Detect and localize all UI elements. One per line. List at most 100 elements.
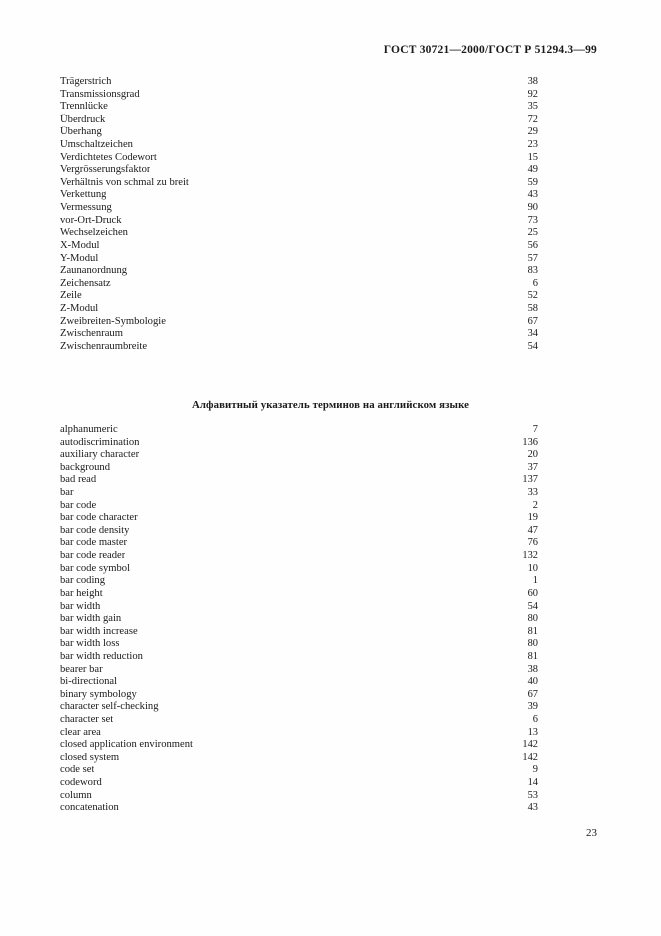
english-index-entry-term: bar code master [60, 537, 128, 549]
english-index-entry-page-number: 43 [527, 802, 538, 814]
german-index-entry-page-number: 49 [527, 164, 538, 176]
index-entry: auxiliary character 20 [60, 449, 538, 462]
german-index-entry-page-number: 43 [527, 189, 538, 201]
english-index-entry-term: bar height [60, 587, 103, 599]
german-index-entry-term: Trägerstrich [60, 76, 112, 87]
english-index-entry-term: character set [60, 714, 114, 726]
german-index-entry-term: Verhältnis von schmal zu breit [60, 176, 189, 188]
english-index-entry-page-number: 19 [527, 512, 538, 524]
index-entry: bar width 54 [60, 601, 538, 614]
index-entry: Transmissionsgrad 92 [60, 89, 538, 102]
english-index-entry-page-number: 14 [527, 777, 538, 789]
german-index-entry-term: Wechselzeichen [60, 227, 128, 239]
english-index-entry-term: bad read [60, 474, 97, 486]
english-index-entry-term: bar width increase [60, 625, 138, 637]
german-index-entry-term: Zweibreiten-Symbologie [60, 315, 166, 327]
english-index-entry-page-number: 9 [532, 764, 538, 776]
index-entry: alphanumeric 7 [60, 424, 538, 437]
index-entry: bi-directional 40 [60, 676, 538, 689]
index-entry: bar code 2 [60, 500, 538, 513]
english-index-entry-page-number: 142 [522, 739, 538, 751]
english-index-entry-page-number: 80 [527, 638, 538, 650]
german-index-entry-page-number: 59 [527, 176, 538, 188]
german-index-entry-term: Trennlücke [60, 101, 108, 113]
index-entry: code set 9 [60, 764, 538, 777]
index-entry: bar width reduction 81 [60, 651, 538, 664]
english-index-entry-term: bar width reduction [60, 650, 143, 662]
index-entry: closed system 142 [60, 752, 538, 765]
german-index-entry-page-number: 15 [527, 151, 538, 163]
german-index-entry-term: Z-Modul [60, 302, 99, 314]
german-index-entry-term: Vergrösserungsfaktor [60, 164, 151, 176]
english-index-entry-page-number: 60 [527, 587, 538, 599]
english-index-entry-page-number: 20 [527, 449, 538, 461]
index-entry: Wechselzeichen 25 [60, 227, 538, 240]
index-entry: codeword 14 [60, 777, 538, 790]
index-entry: Trägerstrich 38 [60, 76, 538, 89]
german-index-entry-page-number: 67 [527, 315, 538, 327]
english-index-entry-term: bar width [60, 600, 101, 612]
index-entry: Zwischenraum 34 [60, 328, 538, 341]
index-entry: Verhältnis von schmal zu breit 59 [60, 177, 538, 190]
index-entry: Vergrösserungsfaktor 49 [60, 164, 538, 177]
german-index-entry-term: Zeichensatz [60, 277, 111, 289]
english-index-entry-page-number: 1 [532, 575, 538, 587]
english-index-entry-term: clear area [60, 726, 101, 738]
english-index-entry-page-number: 39 [527, 701, 538, 713]
index-entry: bar code master 76 [60, 537, 538, 550]
german-index-entry-term: Zwischenraum [60, 328, 123, 340]
english-index-entry-term: bar code reader [60, 550, 126, 562]
english-index-entry-term: bearer bar [60, 663, 103, 675]
index-entry: bar height 60 [60, 588, 538, 601]
german-index-entry-term: Y-Modul [60, 252, 99, 264]
index-entry: background 37 [60, 462, 538, 475]
index-entry: closed application environment 142 [60, 739, 538, 752]
english-index-entry-term: binary symbology [60, 688, 137, 700]
index-entry: bar coding 1 [60, 575, 538, 588]
german-index-entry-page-number: 58 [527, 302, 538, 314]
english-index-entry-term: bar width loss [60, 638, 120, 650]
german-index-entry-page-number: 72 [527, 113, 538, 125]
german-index-entry-term: vor-Ort-Druck [60, 214, 122, 226]
index-entry: Verdichtetes Codewort 15 [60, 152, 538, 165]
german-index-entry-page-number: 38 [527, 76, 538, 87]
german-index-entry-term: Zwischenraumbreite [60, 340, 148, 352]
english-index-entry-page-number: 81 [527, 625, 538, 637]
english-index-entry-term: concatenation [60, 802, 119, 814]
english-index-entry-term: autodiscrimination [60, 436, 140, 448]
german-index-entry-page-number: 57 [527, 252, 538, 264]
english-index-entry-page-number: 53 [527, 789, 538, 801]
index-entry: Y-Modul 57 [60, 253, 538, 266]
document-page: ГОСТ 30721—2000/ГОСТ Р 51294.3—99 Träger… [0, 0, 661, 936]
index-entry: bar width gain 80 [60, 613, 538, 626]
german-index-entry-term: Zaunanordnung [60, 265, 128, 277]
german-index-entry-page-number: 25 [527, 227, 538, 239]
german-index-entry-page-number: 34 [527, 328, 538, 340]
german-index-entry-term: Überdruck [60, 113, 106, 125]
index-entry: Zeichensatz 6 [60, 278, 538, 291]
index-entry: Überhang 29 [60, 126, 538, 139]
english-index-entry-page-number: 33 [527, 487, 538, 499]
english-index-entry-page-number: 7 [532, 424, 538, 435]
english-index-entry-term: background [60, 461, 111, 473]
index-entry: bar 33 [60, 487, 538, 500]
german-index-entry-page-number: 54 [527, 340, 538, 352]
index-entry: Überdruck 72 [60, 114, 538, 127]
english-index-entry-page-number: 38 [527, 663, 538, 675]
english-index-heading: Алфавитный указатель терминов на английс… [191, 399, 470, 411]
german-index-entry-page-number: 23 [527, 139, 538, 151]
index-entry: bar code character 19 [60, 512, 538, 525]
index-entry: Zaunanordnung 83 [60, 265, 538, 278]
page-number: 23 [586, 827, 597, 839]
german-index-entry-term: Verkettung [60, 189, 107, 201]
document-header-standard-reference: ГОСТ 30721—2000/ГОСТ Р 51294.3—99 [383, 44, 597, 56]
index-entry: bad read 137 [60, 474, 538, 487]
english-index-entry-page-number: 47 [527, 524, 538, 536]
index-entry: bar code symbol 10 [60, 563, 538, 576]
index-entry: binary symbology 67 [60, 689, 538, 702]
english-index-entry-term: code set [60, 764, 95, 776]
index-entry: vor-Ort-Druck 73 [60, 215, 538, 228]
english-index-entry-term: bar coding [60, 575, 106, 587]
english-index-entry-term: bar width gain [60, 613, 122, 625]
index-entry: Verkettung 43 [60, 189, 538, 202]
